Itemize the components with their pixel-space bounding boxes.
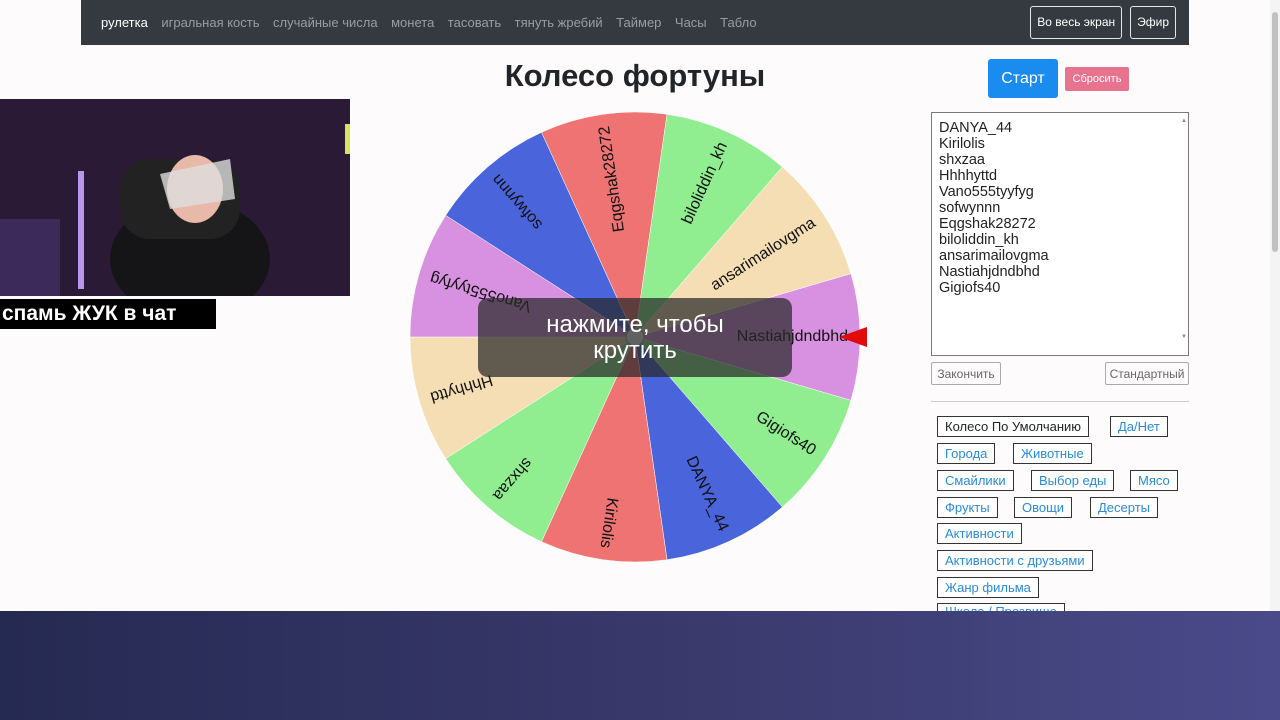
preset-yes-no[interactable]: Да/Нет bbox=[1110, 416, 1168, 437]
page-scrollbar-thumb[interactable] bbox=[1272, 12, 1278, 252]
name-entry: sofwynnn bbox=[939, 200, 1001, 216]
top-navbar: рулетка игральная кость случайные числа … bbox=[81, 0, 1189, 45]
finish-button[interactable]: Закончить bbox=[931, 362, 1001, 385]
name-entry: Gigiofs40 bbox=[939, 280, 1001, 296]
names-textarea[interactable]: DANYA_44 Kirilolis shxzaa Hhhhyttd Vano5… bbox=[931, 112, 1189, 356]
streamer-image bbox=[0, 99, 350, 296]
name-entry: Hhhhyttd bbox=[939, 168, 998, 184]
name-entry: ansarimailovgma bbox=[939, 248, 1049, 264]
page-title: Колесо фортуны bbox=[504, 58, 766, 93]
nav-roulette[interactable]: рулетка bbox=[101, 15, 148, 30]
nav-right-buttons: Во весь экран Эфир bbox=[1030, 6, 1176, 39]
name-entry: Kirilolis bbox=[939, 136, 985, 152]
wheel-pointer-icon bbox=[839, 327, 867, 347]
spin-overlay[interactable]: нажмите, чтобы крутить bbox=[478, 298, 792, 377]
stream-bottom-band bbox=[0, 611, 1280, 720]
preset-movie-genre[interactable]: Жанр фильма bbox=[937, 577, 1039, 598]
fullscreen-button[interactable]: Во весь экран bbox=[1030, 6, 1123, 39]
name-entry: Eqgshak28272 bbox=[939, 216, 1036, 232]
preset-vegetables[interactable]: Овощи bbox=[1014, 497, 1073, 518]
reset-button[interactable]: Сбросить bbox=[1065, 67, 1129, 91]
preset-food[interactable]: Выбор еды bbox=[1031, 470, 1115, 491]
textarea-scrollbar[interactable] bbox=[1180, 113, 1188, 355]
nav-coin[interactable]: монета bbox=[391, 15, 434, 30]
preset-cities[interactable]: Города bbox=[937, 443, 996, 464]
webcam-overlay bbox=[0, 99, 350, 296]
preset-desserts[interactable]: Десерты bbox=[1090, 497, 1159, 518]
nav-random-numbers[interactable]: случайные числа bbox=[273, 15, 378, 30]
start-button[interactable]: Старт bbox=[988, 59, 1058, 98]
preset-default-wheel[interactable]: Колесо По Умолчанию bbox=[937, 416, 1090, 437]
preset-activities-friends[interactable]: Активности с друзьями bbox=[937, 550, 1093, 571]
preset-school[interactable]: Школа / Прозвище bbox=[937, 603, 1065, 611]
nav-timer[interactable]: Таймер bbox=[616, 15, 661, 30]
stream-caption: спамь ЖУК в чат bbox=[0, 299, 216, 329]
name-entry: Nastiahjdndbhd bbox=[939, 264, 1040, 280]
divider bbox=[931, 401, 1189, 402]
name-entry: biloliddin_kh bbox=[939, 232, 1019, 248]
name-entry: Vano555tyyfyg bbox=[939, 184, 1034, 200]
preset-emoji[interactable]: Смайлики bbox=[937, 470, 1014, 491]
preset-animals[interactable]: Животные bbox=[1013, 443, 1092, 464]
page-scrollbar[interactable] bbox=[1270, 0, 1280, 611]
nav-clock[interactable]: Часы bbox=[675, 15, 707, 30]
preset-meat[interactable]: Мясо bbox=[1130, 470, 1178, 491]
nav-scoreboard[interactable]: Табло bbox=[720, 15, 756, 30]
name-entry: DANYA_44 bbox=[939, 120, 1013, 136]
nav-draw-lots[interactable]: тянуть жребий bbox=[515, 15, 603, 30]
nav-dice[interactable]: игральная кость bbox=[161, 15, 259, 30]
standard-button[interactable]: Стандартный bbox=[1105, 362, 1189, 385]
nav-shuffle[interactable]: тасовать bbox=[448, 15, 501, 30]
name-entry: shxzaa bbox=[939, 152, 985, 168]
preset-fruits[interactable]: Фрукты bbox=[937, 497, 998, 518]
broadcast-button[interactable]: Эфир bbox=[1130, 6, 1176, 39]
preset-activities[interactable]: Активности bbox=[937, 523, 1022, 544]
